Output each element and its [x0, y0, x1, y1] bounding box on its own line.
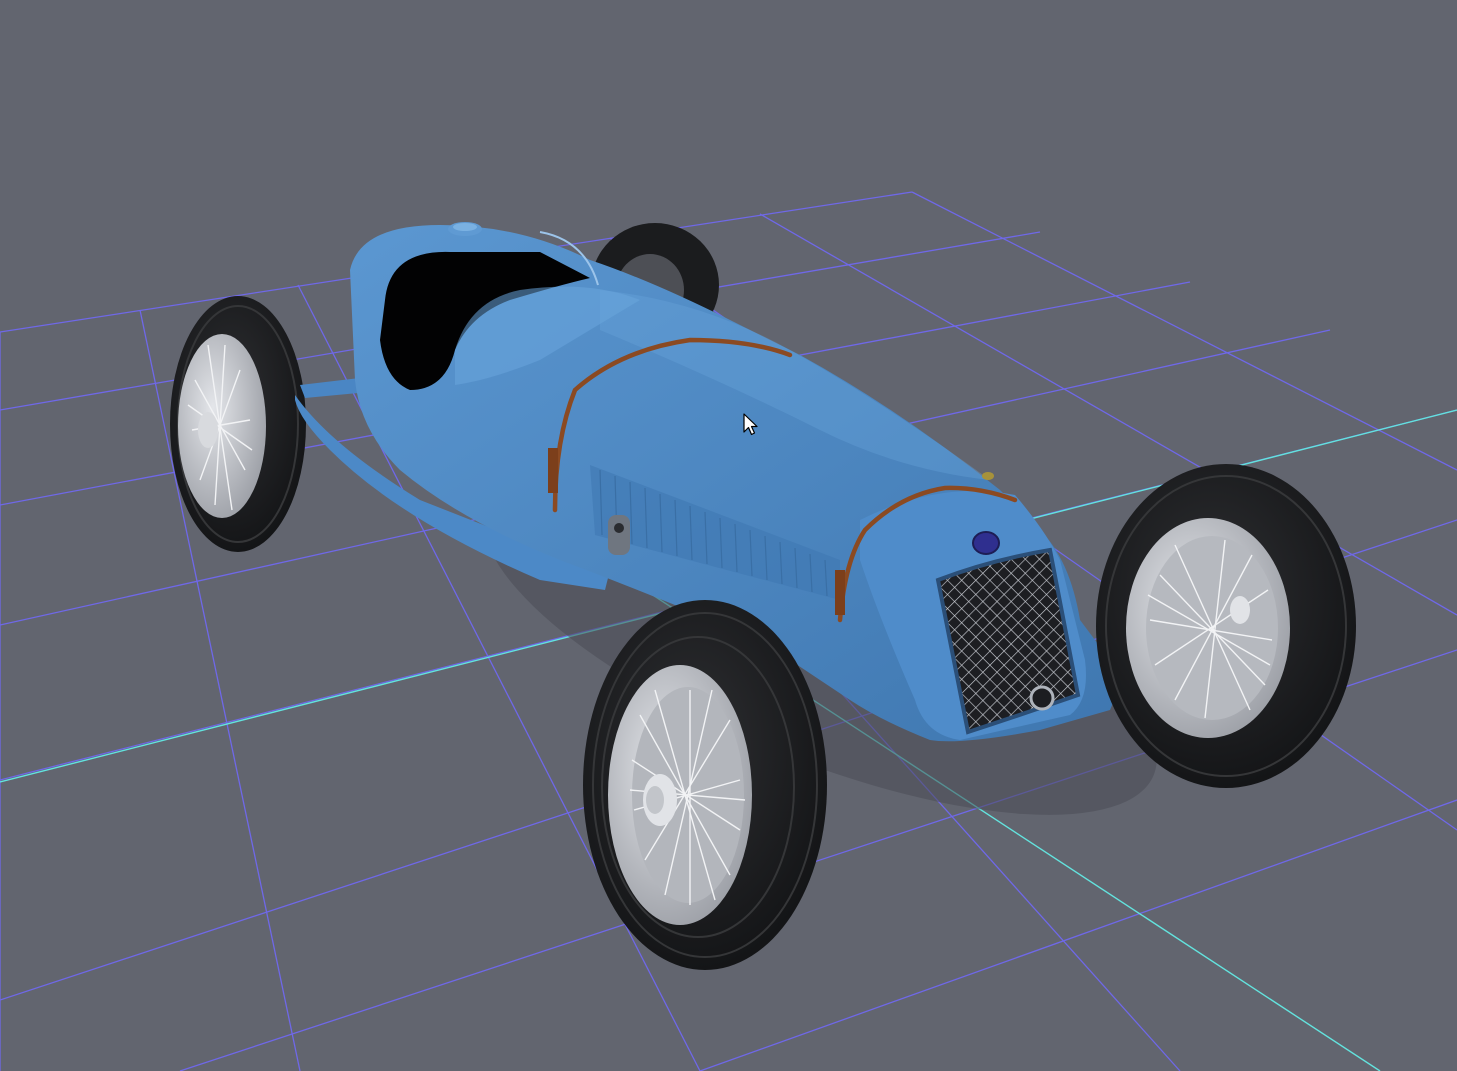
fuel-cap	[448, 222, 482, 236]
brand-badge	[972, 531, 1000, 555]
front-right-wheel[interactable]	[1096, 464, 1356, 788]
hood-latch	[608, 515, 630, 555]
3d-viewport[interactable]	[0, 0, 1457, 1071]
front-left-wheel[interactable]	[583, 600, 827, 970]
radiator-cap	[982, 472, 994, 480]
viewport-canvas[interactable]	[0, 0, 1457, 1071]
race-car-model[interactable]	[170, 222, 1356, 970]
rear-left-wheel[interactable]	[170, 296, 306, 552]
starter-crank-hole	[1029, 685, 1055, 711]
